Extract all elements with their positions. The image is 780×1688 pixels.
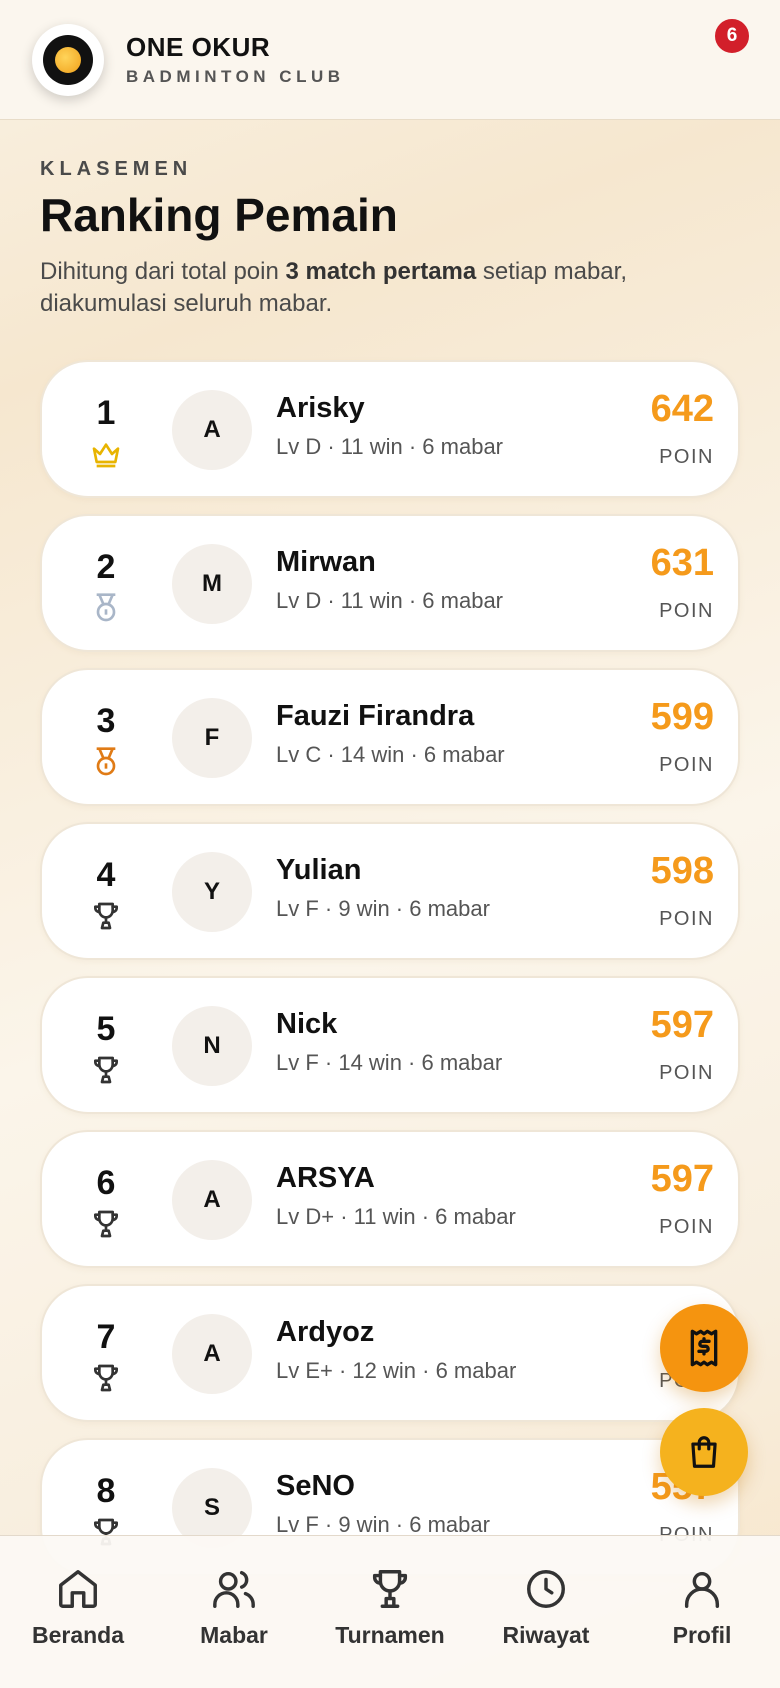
player-meta: Lv F · 14 win · 6 mabar <box>276 1050 503 1075</box>
player-points: 598 <box>650 850 714 892</box>
player-name: Ardyoz <box>276 1316 375 1348</box>
nav-label: Turnamen <box>335 1622 445 1648</box>
home-icon <box>59 1570 97 1608</box>
brand-subtitle: BADMINTON CLUB <box>126 67 345 86</box>
rank-number: 7 <box>96 1318 116 1356</box>
trophy-icon <box>94 1364 118 1392</box>
nav-item-turnamen[interactable]: Turnamen <box>315 1536 465 1688</box>
nav-label: Profil <box>672 1622 732 1648</box>
player-meta: Lv C · 14 win · 6 mabar <box>276 742 505 767</box>
player-points: 597 <box>650 1004 714 1046</box>
player-points: 599 <box>650 696 714 738</box>
points-label: POIN <box>659 600 714 622</box>
avatar: A <box>172 390 252 470</box>
app-header: ONE OKUR BADMINTON CLUB <box>0 0 780 120</box>
ranking-card[interactable]: 7 A Ardyoz Lv E+ · 12 win · 6 mabar 5 PO… <box>40 1284 740 1422</box>
receipt-icon <box>690 1329 718 1367</box>
ranking-card[interactable]: 1 A Arisky Lv D · 11 win · 6 mabar 642 P… <box>40 360 740 498</box>
nav-item-riwayat[interactable]: Riwayat <box>471 1536 621 1688</box>
ranking-card[interactable]: 5 N Nick Lv F · 14 win · 6 mabar 597 POI… <box>40 976 740 1114</box>
player-points: 597 <box>650 1158 714 1200</box>
bronze-medal-icon <box>96 747 116 776</box>
rank-number: 5 <box>96 1010 116 1048</box>
nav-item-profil[interactable]: Profil <box>627 1536 777 1688</box>
page-description: Dihitung dari total poin 3 match pertama… <box>40 256 740 320</box>
bottom-nav: Beranda Mabar Turnamen Riwayat Profil <box>0 1535 780 1688</box>
points-label: POIN <box>659 1216 714 1238</box>
rank-number: 4 <box>96 856 116 894</box>
rank-number: 8 <box>96 1472 116 1510</box>
rank-number: 3 <box>96 702 116 740</box>
player-name: Nick <box>276 1008 338 1040</box>
player-name: ARSYA <box>276 1162 375 1194</box>
ranking-card[interactable]: 2 M Mirwan Lv D · 11 win · 6 mabar 631 P… <box>40 514 740 652</box>
nav-label: Beranda <box>31 1622 125 1648</box>
player-points: 642 <box>650 388 714 430</box>
player-meta: Lv E+ · 12 win · 6 mabar <box>276 1358 517 1383</box>
shopping-bag-icon <box>691 1436 717 1468</box>
page-title: Ranking Pemain <box>40 189 398 241</box>
trophy-icon <box>372 1570 408 1608</box>
rank-number: 2 <box>96 548 116 586</box>
desc-text: Dihitung dari total poin <box>40 258 286 285</box>
player-name: Mirwan <box>276 546 376 578</box>
points-label: POIN <box>659 446 714 468</box>
trophy-icon <box>94 1056 118 1084</box>
ranking-card[interactable]: 4 Y Yulian Lv F · 9 win · 6 mabar 598 PO… <box>40 822 740 960</box>
avatar: A <box>172 1160 252 1240</box>
avatar: A <box>172 1314 252 1394</box>
section-eyebrow: KLASEMEN <box>40 158 193 180</box>
notification-badge: 6 <box>712 16 752 56</box>
points-label: POIN <box>659 908 714 930</box>
user-icon <box>684 1571 720 1608</box>
nav-item-mabar[interactable]: Mabar <box>159 1536 309 1688</box>
crown-icon <box>92 443 120 468</box>
trophy-icon <box>94 1210 118 1238</box>
avatar: Y <box>172 852 252 932</box>
silver-medal-icon <box>96 593 116 622</box>
desc-bold: 3 match pertama <box>285 258 477 285</box>
shuttlecock-logo-icon <box>43 34 93 85</box>
brand: ONE OKUR BADMINTON CLUB <box>126 32 345 87</box>
player-meta: Lv F · 9 win · 6 mabar <box>276 896 490 921</box>
receipt-fab-button[interactable] <box>660 1304 748 1392</box>
nav-label: Mabar <box>200 1622 268 1648</box>
shopping-bag-fab-button[interactable] <box>660 1408 748 1496</box>
player-name: Yulian <box>276 854 362 886</box>
avatar: F <box>172 698 252 778</box>
ranking-card[interactable]: 3 F Fauzi Firandra Lv C · 14 win · 6 mab… <box>40 668 740 806</box>
users-icon <box>213 1570 255 1608</box>
nav-item-beranda[interactable]: Beranda <box>3 1536 153 1688</box>
player-name: SeNO <box>276 1470 355 1502</box>
player-name: Fauzi Firandra <box>276 700 475 732</box>
clock-icon <box>527 1570 565 1608</box>
avatar: M <box>172 544 252 624</box>
avatar: N <box>172 1006 252 1086</box>
nav-label: Riwayat <box>502 1622 590 1648</box>
brand-title: ONE OKUR <box>126 32 271 62</box>
player-meta: Lv D · 11 win · 6 mabar <box>276 434 504 459</box>
club-logo[interactable] <box>32 23 104 96</box>
trophy-icon <box>94 902 118 930</box>
player-meta: Lv D+ · 11 win · 6 mabar <box>276 1204 516 1229</box>
player-name: Arisky <box>276 392 365 424</box>
player-points: 631 <box>650 542 714 584</box>
rank-number: 6 <box>96 1164 116 1202</box>
player-meta: Lv D · 11 win · 6 mabar <box>276 588 504 613</box>
points-label: POIN <box>659 754 714 776</box>
points-label: POIN <box>659 1062 714 1084</box>
ranking-card[interactable]: 6 A ARSYA Lv D+ · 11 win · 6 mabar 597 P… <box>40 1130 740 1268</box>
rank-number: 1 <box>96 394 116 432</box>
